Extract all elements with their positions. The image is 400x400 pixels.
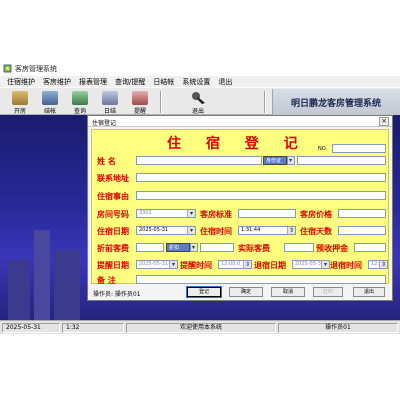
app-name-banner: 明日鹏龙客房管理系统 [272,89,400,115]
status-operator: 操作员01 [278,323,398,333]
remind-time-picker[interactable]: 12:00:0 [218,260,252,269]
status-date: 2025-05-31 [2,323,60,333]
room-std-field[interactable] [238,209,296,218]
checkout-time-picker[interactable]: 12:00:0 [368,260,388,269]
reminder-label: 提醒 [133,108,146,115]
days-field[interactable] [338,226,386,235]
checkin-date-picker[interactable]: 2025-05-31 [136,226,196,235]
open-room-icon [12,91,28,105]
name-label: 姓 名 [97,156,116,166]
menu-daily-settlement[interactable]: 日结帐 [149,77,178,87]
remark-label: 备 注 [97,275,116,285]
menu-reports[interactable]: 报表管理 [75,77,111,87]
remind-time-label: 提醒时间 [180,260,212,270]
daily-button[interactable]: 日结 [96,89,124,115]
confirm-button[interactable]: 确定 [229,287,263,297]
toolbar: 开房 结帐 查询 日结 提醒 退出 明日鹏龙客房管理系统 [0,87,400,115]
checkout-label: 结帐 [43,108,56,115]
remind-date-label: 提醒日期 [97,260,129,270]
name-field[interactable] [136,156,262,165]
app-window: 客房管理系统 住宿维护 客房维护 报表管理 查询/提醒 日结帐 系统设置 退出 … [0,0,400,400]
deposit-field[interactable] [354,243,386,252]
menu-bar: 住宿维护 客房维护 报表管理 查询/提醒 日结帐 系统设置 退出 [0,76,400,87]
id-type-dropdown[interactable] [287,156,295,165]
empty-area [0,334,400,400]
discount-type-select[interactable]: 折扣 [166,243,190,252]
status-bar: 2025-05-31 1:32 欢迎使用本系统 操作员01 [0,320,400,334]
menu-query-remind[interactable]: 查询/提醒 [111,77,149,87]
checkout-date-label: 退宿日期 [254,260,286,270]
open-room-label: 开房 [13,108,26,115]
checkin-date-label: 住宿日期 [97,226,129,236]
background-building [54,250,80,320]
deposit-label: 预收押金 [316,243,348,253]
dialog-button-bar: 操作员: 操作员01 登记 确定 取消 打印 退出 [91,286,389,299]
exit-label: 退出 [191,108,204,115]
query-label: 查询 [73,108,86,115]
menu-exit[interactable]: 退出 [214,77,236,87]
discount-label: 折前客费 [97,243,129,253]
discount-type-dropdown[interactable] [190,243,198,252]
checkout-time-label: 退宿时间 [330,260,362,270]
app-name: 明日鹏龙客房管理系统 [291,99,382,109]
actual-fee-label: 实际客费 [238,243,270,253]
dialog-title: 住宿登记 [92,120,117,127]
cancel-button[interactable]: 取消 [271,287,305,297]
menu-room-maintenance[interactable]: 客房维护 [39,77,75,87]
operator-label: 操作员: 操作员01 [93,291,141,298]
exit-button[interactable]: 退出 [184,89,212,115]
checkin-time-picker[interactable]: 1:31:44 [238,226,296,235]
checkin-time-label: 住宿时间 [200,226,232,236]
exit-dialog-button[interactable]: 退出 [353,287,385,297]
reminder-button[interactable]: 提醒 [126,89,154,115]
query-button[interactable]: 查询 [66,89,94,115]
form-heading: 住 宿 登 记 [167,136,308,152]
address-field[interactable] [136,173,386,182]
room-no-select[interactable]: 3301 [136,209,196,218]
remark-field[interactable] [136,275,386,284]
close-icon[interactable]: × [379,117,389,126]
checkout-date-picker[interactable]: 2025-05-3 [292,260,330,269]
toolbar-separator [264,91,266,113]
menu-settings[interactable]: 系统设置 [178,77,214,87]
title-bar: 客房管理系统 [0,0,400,76]
room-no-label: 房间号码 [97,209,129,219]
status-time: 1:32 [62,323,124,333]
app-icon [3,64,12,73]
id-type-select[interactable]: 身份证 [263,156,287,165]
window-title: 客房管理系统 [15,65,57,73]
status-message: 欢迎使用本系统 [126,323,276,333]
room-price-field[interactable] [338,209,386,218]
checkout-button[interactable]: 结帐 [36,89,64,115]
id-number-field[interactable] [297,156,386,165]
checkin-form: 住 宿 登 记 NO. 姓 名 身份证 联系地址 住宿事由 房间号码 3301 … [91,129,389,285]
background-building [8,260,30,320]
print-button[interactable]: 打印 [313,287,343,297]
query-icon [72,91,88,105]
checkout-icon [42,91,58,105]
daily-icon [102,91,118,105]
no-label: NO. [318,146,328,152]
dialog-title-bar: 住宿登记 × [88,116,392,127]
exit-icon [192,92,205,104]
background-building [34,230,50,320]
menu-checkin-maintenance[interactable]: 住宿维护 [3,77,39,87]
daily-label: 日结 [103,108,116,115]
discount-fee-field[interactable] [136,243,164,252]
toolbar-separator [160,91,162,113]
room-std-label: 客房标准 [200,209,232,219]
address-label: 联系地址 [97,173,129,183]
reminder-icon [132,91,148,105]
room-price-label: 客房价格 [300,209,332,219]
no-field[interactable] [332,144,386,153]
checkin-dialog: 住宿登记 × 住 宿 登 记 NO. 姓 名 身份证 联系地址 住宿事由 房间号… [87,115,393,301]
reason-label: 住宿事由 [97,191,129,201]
discount-rate-field[interactable] [200,243,234,252]
remind-date-picker[interactable]: 2025-05-31 [136,260,178,269]
reason-field[interactable] [136,191,386,200]
days-label: 住宿天数 [300,226,332,236]
actual-fee-field[interactable] [284,243,314,252]
register-button[interactable]: 登记 [186,286,222,298]
open-room-button[interactable]: 开房 [6,89,34,115]
